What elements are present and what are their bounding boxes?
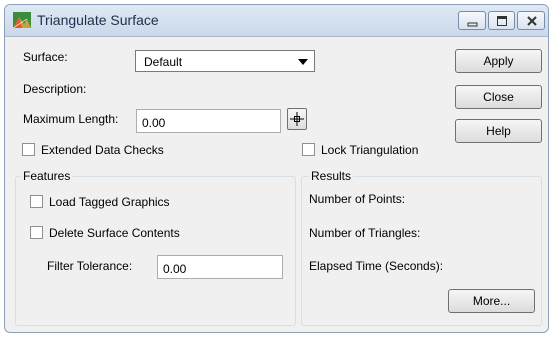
delete-surface-contents-label: Delete Surface Contents	[49, 226, 180, 240]
maximize-icon	[497, 16, 507, 26]
filter-tolerance-label: Filter Tolerance:	[47, 259, 133, 273]
minimize-button[interactable]	[458, 11, 486, 30]
help-button[interactable]: Help	[455, 119, 542, 143]
minimize-icon	[467, 22, 478, 27]
description-label: Description:	[23, 82, 87, 96]
max-length-label: Maximum Length:	[23, 112, 119, 126]
max-length-input[interactable]: 0.00	[136, 109, 281, 133]
load-tagged-graphics-checkbox[interactable]	[30, 195, 43, 208]
number-of-triangles-label: Number of Triangles:	[309, 226, 421, 240]
close-button[interactable]: Close	[455, 85, 542, 109]
pick-length-button[interactable]	[287, 108, 307, 130]
apply-button[interactable]: Apply	[455, 49, 542, 73]
extended-data-checks-label: Extended Data Checks	[41, 143, 164, 157]
window-title: Triangulate Surface	[37, 12, 159, 28]
extended-data-checks-checkbox[interactable]	[22, 143, 35, 156]
more-button[interactable]: More...	[448, 289, 535, 313]
results-group-title: Results	[309, 169, 354, 183]
lock-triangulation-label: Lock Triangulation	[321, 143, 419, 157]
title-bar[interactable]: Triangulate Surface	[5, 5, 548, 37]
load-tagged-graphics-label: Load Tagged Graphics	[49, 195, 170, 209]
maximize-button[interactable]	[488, 11, 515, 30]
surface-dropdown[interactable]: Default	[135, 50, 315, 72]
triangulate-surface-dialog: Triangulate Surface Surface: Default Des…	[4, 4, 549, 333]
surface-label: Surface:	[23, 50, 68, 64]
number-of-points-label: Number of Points:	[309, 192, 406, 206]
close-icon	[527, 16, 537, 26]
chevron-down-icon	[298, 59, 308, 65]
elapsed-time-label: Elapsed Time (Seconds):	[309, 259, 444, 273]
max-length-value: 0.00	[142, 116, 166, 130]
filter-tolerance-input[interactable]: 0.00	[157, 255, 283, 279]
terrain-app-icon	[13, 12, 31, 28]
filter-tolerance-value: 0.00	[163, 262, 187, 276]
lock-triangulation-checkbox[interactable]	[302, 143, 315, 156]
features-group-title: Features	[21, 169, 73, 183]
close-window-button[interactable]	[517, 11, 545, 30]
crosshair-icon	[290, 112, 304, 126]
delete-surface-contents-checkbox[interactable]	[30, 226, 43, 239]
surface-value: Default	[144, 55, 183, 69]
